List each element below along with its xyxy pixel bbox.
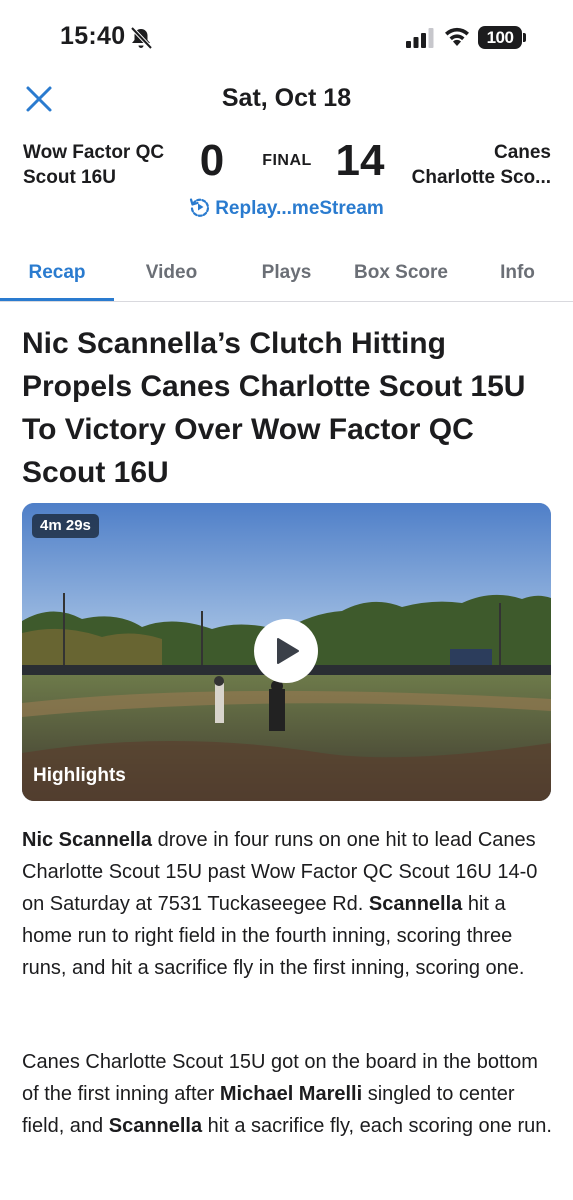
home-team-score: 0 <box>199 136 225 185</box>
replay-label: Replay...meStream <box>215 198 384 219</box>
play-button[interactable] <box>254 619 318 683</box>
game-status: FINAL <box>262 152 312 169</box>
article-paragraph-2: Canes Charlotte Scout 15U got on the boa… <box>22 1046 557 1142</box>
home-team-name[interactable]: Wow Factor QC Scout 16U <box>23 140 193 190</box>
paragraph-text: hit a sacrifice fly, each scoring one ru… <box>202 1115 552 1137</box>
away-team-name-line2: Charlotte Sco... <box>411 167 551 188</box>
tab-recap[interactable]: Recap <box>0 250 114 301</box>
battery-icon: 100 <box>478 26 522 49</box>
wifi-icon <box>445 27 469 46</box>
replay-link[interactable]: Replay...meStream <box>0 196 573 220</box>
tab-info[interactable]: Info <box>462 250 573 301</box>
player-name-bold: Scannella <box>368 893 463 915</box>
video-caption: Highlights <box>33 765 126 786</box>
video-duration-badge: 4m 29s <box>32 514 99 538</box>
status-time: 15:40 <box>60 22 126 50</box>
player-name-bold: Nic Scannella <box>22 829 153 851</box>
bell-slash-icon <box>130 26 153 50</box>
player-name-bold: Michael Marelli <box>219 1083 363 1105</box>
tab-video[interactable]: Video <box>114 250 229 301</box>
status-bar: 15:40 100 <box>0 0 573 70</box>
battery-tip <box>523 33 526 42</box>
article-headline: Nic Scannella’s Clutch Hitting Propels C… <box>22 327 526 489</box>
signal-icon <box>406 28 434 48</box>
away-team-name[interactable]: Canes Charlotte Sco... <box>376 140 551 190</box>
replay-icon <box>190 198 210 217</box>
play-icon <box>277 638 299 664</box>
page-title: Sat, Oct 18 <box>221 84 352 112</box>
highlights-video-card[interactable]: 4m 29s Highlights <box>22 503 551 801</box>
article-paragraph-1: Nic Scannella drove in four runs on one … <box>22 824 557 984</box>
player-name-bold: Scannella <box>108 1115 203 1137</box>
tab-plays[interactable]: Plays <box>229 250 344 301</box>
away-team-name-line1: Canes <box>493 142 551 163</box>
tab-box-score[interactable]: Box Score <box>340 250 462 301</box>
tab-bar: Recap Video Plays Box Score Info <box>0 250 573 302</box>
